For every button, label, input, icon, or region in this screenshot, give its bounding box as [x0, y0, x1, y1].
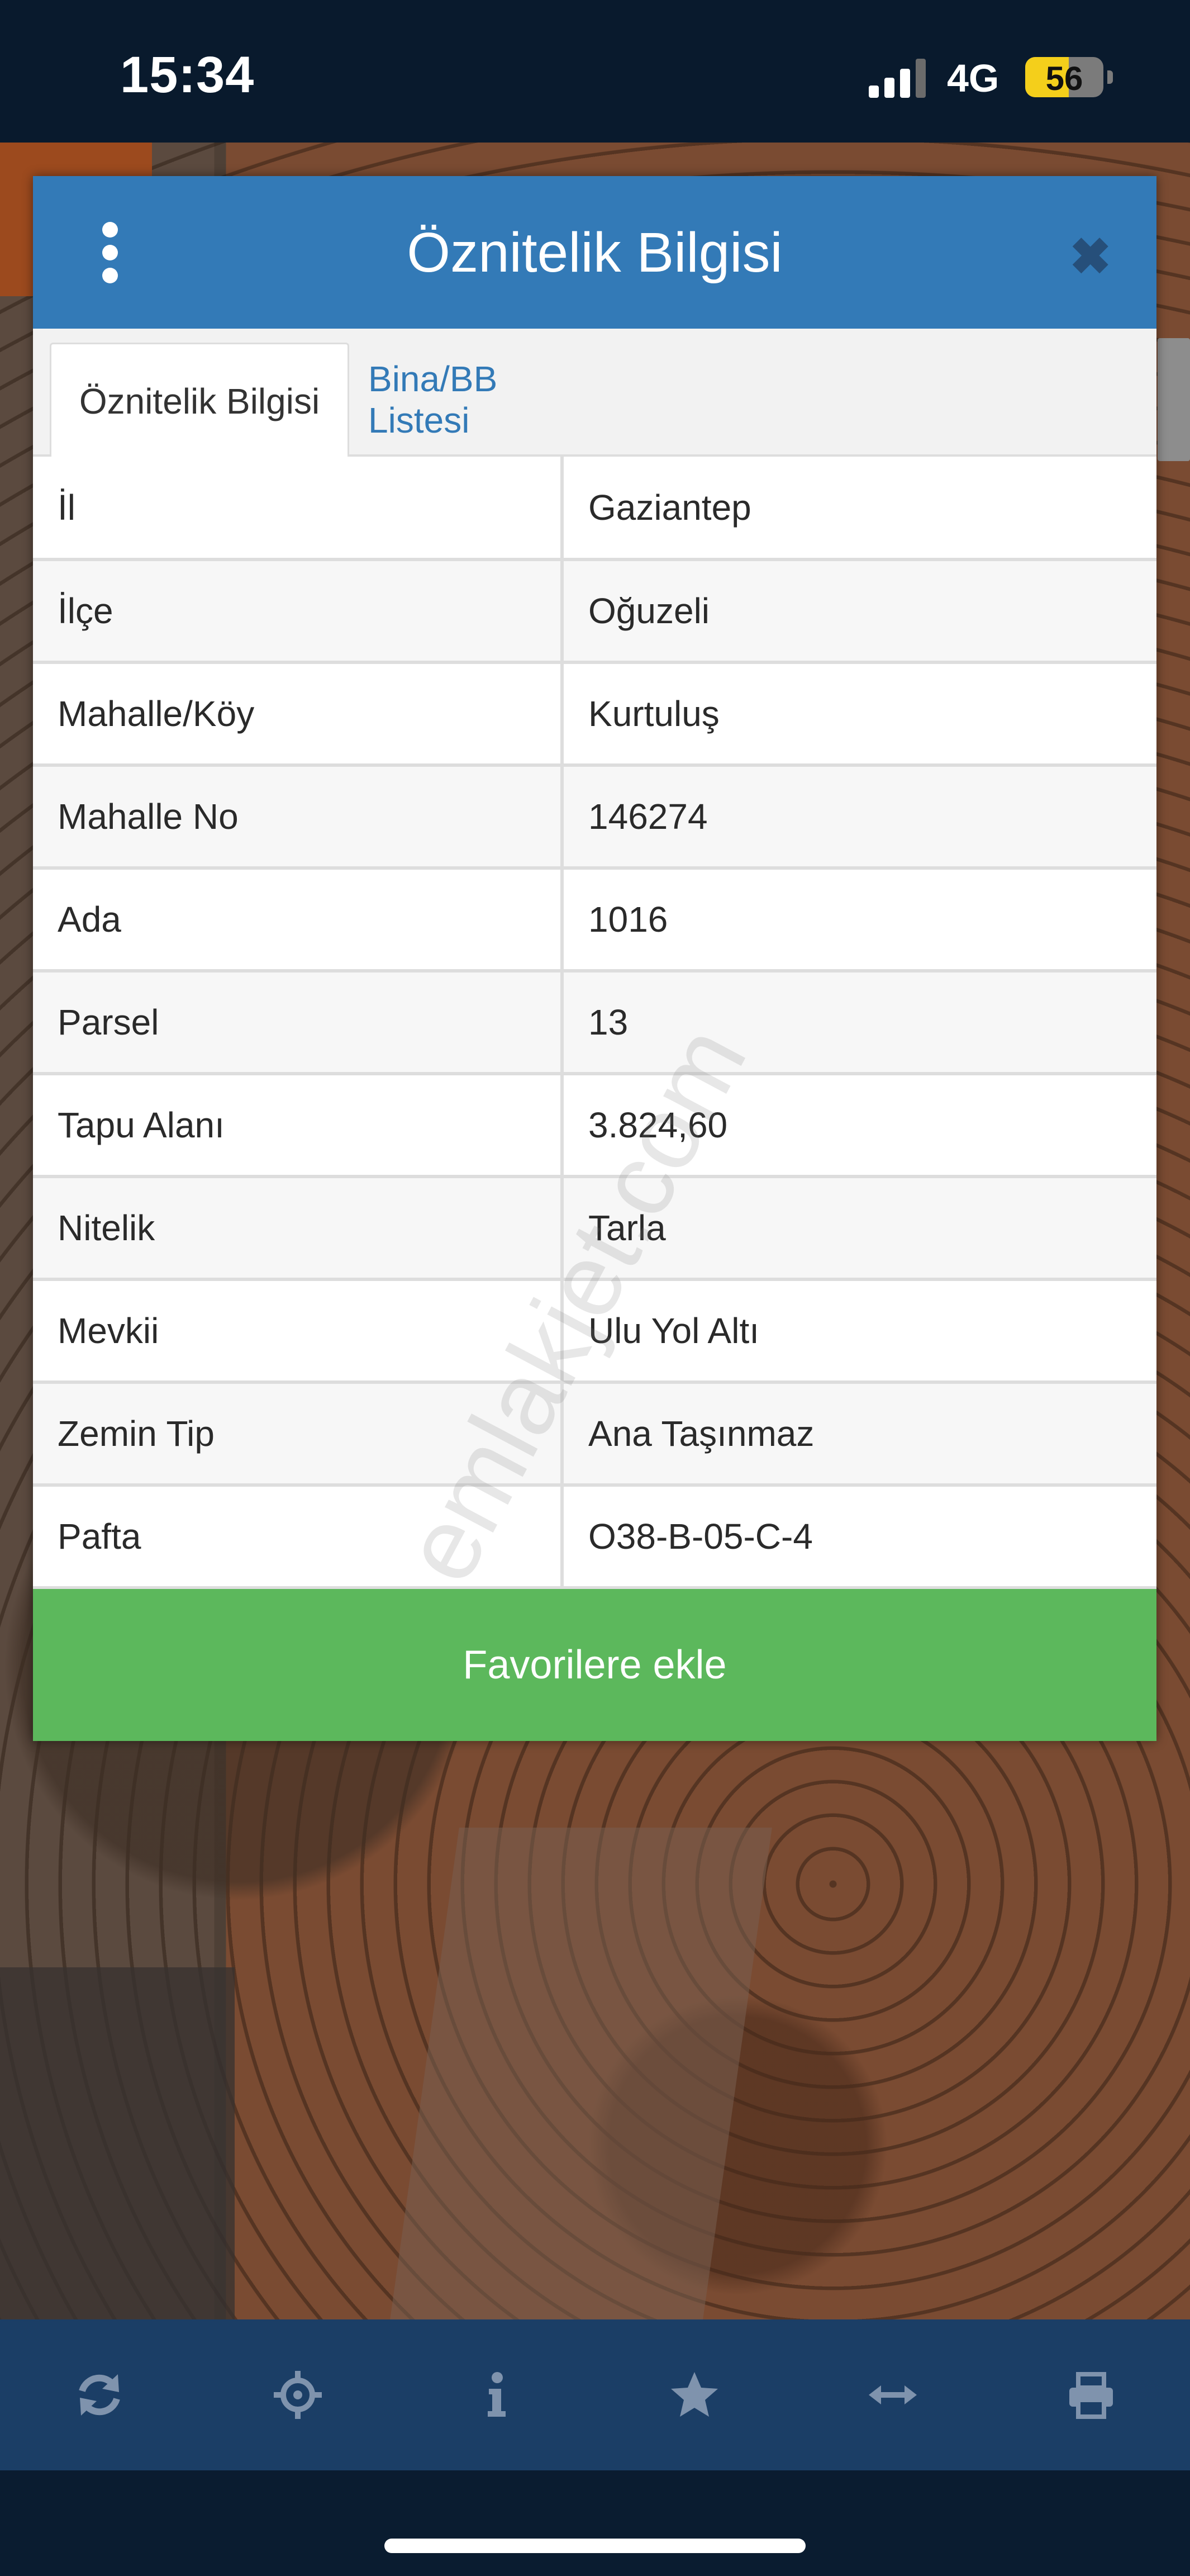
attribute-value: Ana Taşınmaz	[562, 1382, 1156, 1487]
measure-button[interactable]	[848, 2350, 937, 2440]
attribute-key: Mahalle/Köy	[33, 662, 564, 767]
attribute-value: Gaziantep	[562, 457, 1156, 561]
add-to-favorites-button[interactable]: Favorilere ekle	[33, 1589, 1156, 1741]
attribute-value: 1016	[562, 868, 1156, 972]
table-row: Pafta O38-B-05-C-4	[33, 1485, 1156, 1590]
tab-building-list[interactable]: Bina/BB Listesi	[368, 343, 603, 457]
locate-icon	[273, 2371, 322, 2419]
table-row: Nitelik Tarla	[33, 1176, 1156, 1281]
attribute-dialog: Öznitelik Bilgisi ✖ Öznitelik Bilgisi Bi…	[33, 176, 1156, 1741]
table-row: Zemin Tip Ana Taşınmaz	[33, 1382, 1156, 1487]
locate-button[interactable]	[253, 2350, 342, 2440]
status-time: 15:34	[120, 46, 255, 103]
tab-bar: Öznitelik Bilgisi Bina/BB Listesi	[33, 329, 1156, 458]
attribute-value: Oğuzeli	[562, 559, 1156, 664]
print-button[interactable]	[1046, 2350, 1136, 2440]
attribute-key: Mevkii	[33, 1279, 564, 1384]
battery-cap	[1107, 70, 1113, 84]
attribute-value: 13	[562, 971, 1156, 1075]
attribute-value: Kurtuluş	[562, 662, 1156, 767]
refresh-icon	[78, 2374, 120, 2416]
dialog-title: Öznitelik Bilgisi	[407, 221, 783, 284]
star-icon	[670, 2372, 718, 2417]
table-row: Tapu Alanı 3.824,60	[33, 1074, 1156, 1178]
attribute-value: Ulu Yol Altı	[562, 1279, 1156, 1384]
attribute-key: Ada	[33, 868, 564, 972]
print-icon	[1069, 2372, 1113, 2419]
info-button[interactable]	[451, 2350, 541, 2440]
attribute-key: Tapu Alanı	[33, 1074, 564, 1178]
table-row: İl Gaziantep	[33, 457, 1156, 561]
table-row: Mahalle No 146274	[33, 765, 1156, 870]
tab-attribute-info[interactable]: Öznitelik Bilgisi	[50, 343, 349, 458]
table-row: İlçe Oğuzeli	[33, 559, 1156, 664]
favorites-button[interactable]	[650, 2350, 739, 2440]
map-toolbar	[0, 2319, 1190, 2470]
table-row: Mevkii Ulu Yol Altı	[33, 1279, 1156, 1384]
attribute-key: Mahalle No	[33, 765, 564, 870]
status-bar: 15:34 4G 56	[0, 0, 1190, 143]
battery-icon: 56	[1025, 57, 1103, 97]
attribute-table: İl Gaziantep İlçe Oğuzeli Mahalle/Köy Kurtulu…	[33, 457, 1156, 1590]
cellular-signal-icon	[869, 59, 926, 98]
battery-level: 56	[1045, 60, 1083, 97]
attribute-key: İlçe	[33, 559, 564, 664]
home-indicator[interactable]	[384, 2539, 806, 2553]
attribute-value: O38-B-05-C-4	[562, 1485, 1156, 1590]
dialog-header: Öznitelik Bilgisi ✖	[33, 176, 1156, 329]
close-icon[interactable]: ✖	[1069, 232, 1111, 282]
attribute-key: Nitelik	[33, 1176, 564, 1281]
map-scroll-handle[interactable]	[1158, 338, 1190, 461]
refresh-button[interactable]	[55, 2350, 144, 2440]
map-field-dark	[0, 1967, 235, 2319]
attribute-key: Parsel	[33, 971, 564, 1075]
measure-icon	[868, 2385, 917, 2404]
table-row: Parsel 13	[33, 971, 1156, 1075]
attribute-key: Zemin Tip	[33, 1382, 564, 1487]
attribute-value: 3.824,60	[562, 1074, 1156, 1178]
table-row: Mahalle/Köy Kurtuluş	[33, 662, 1156, 767]
attribute-key: Pafta	[33, 1485, 564, 1590]
attribute-value: 146274	[562, 765, 1156, 870]
info-icon	[487, 2372, 506, 2417]
home-area	[0, 2470, 1190, 2576]
table-row: Ada 1016	[33, 868, 1156, 972]
network-type: 4G	[947, 56, 999, 100]
attribute-key: İl	[33, 457, 564, 561]
attribute-value: Tarla	[562, 1176, 1156, 1281]
